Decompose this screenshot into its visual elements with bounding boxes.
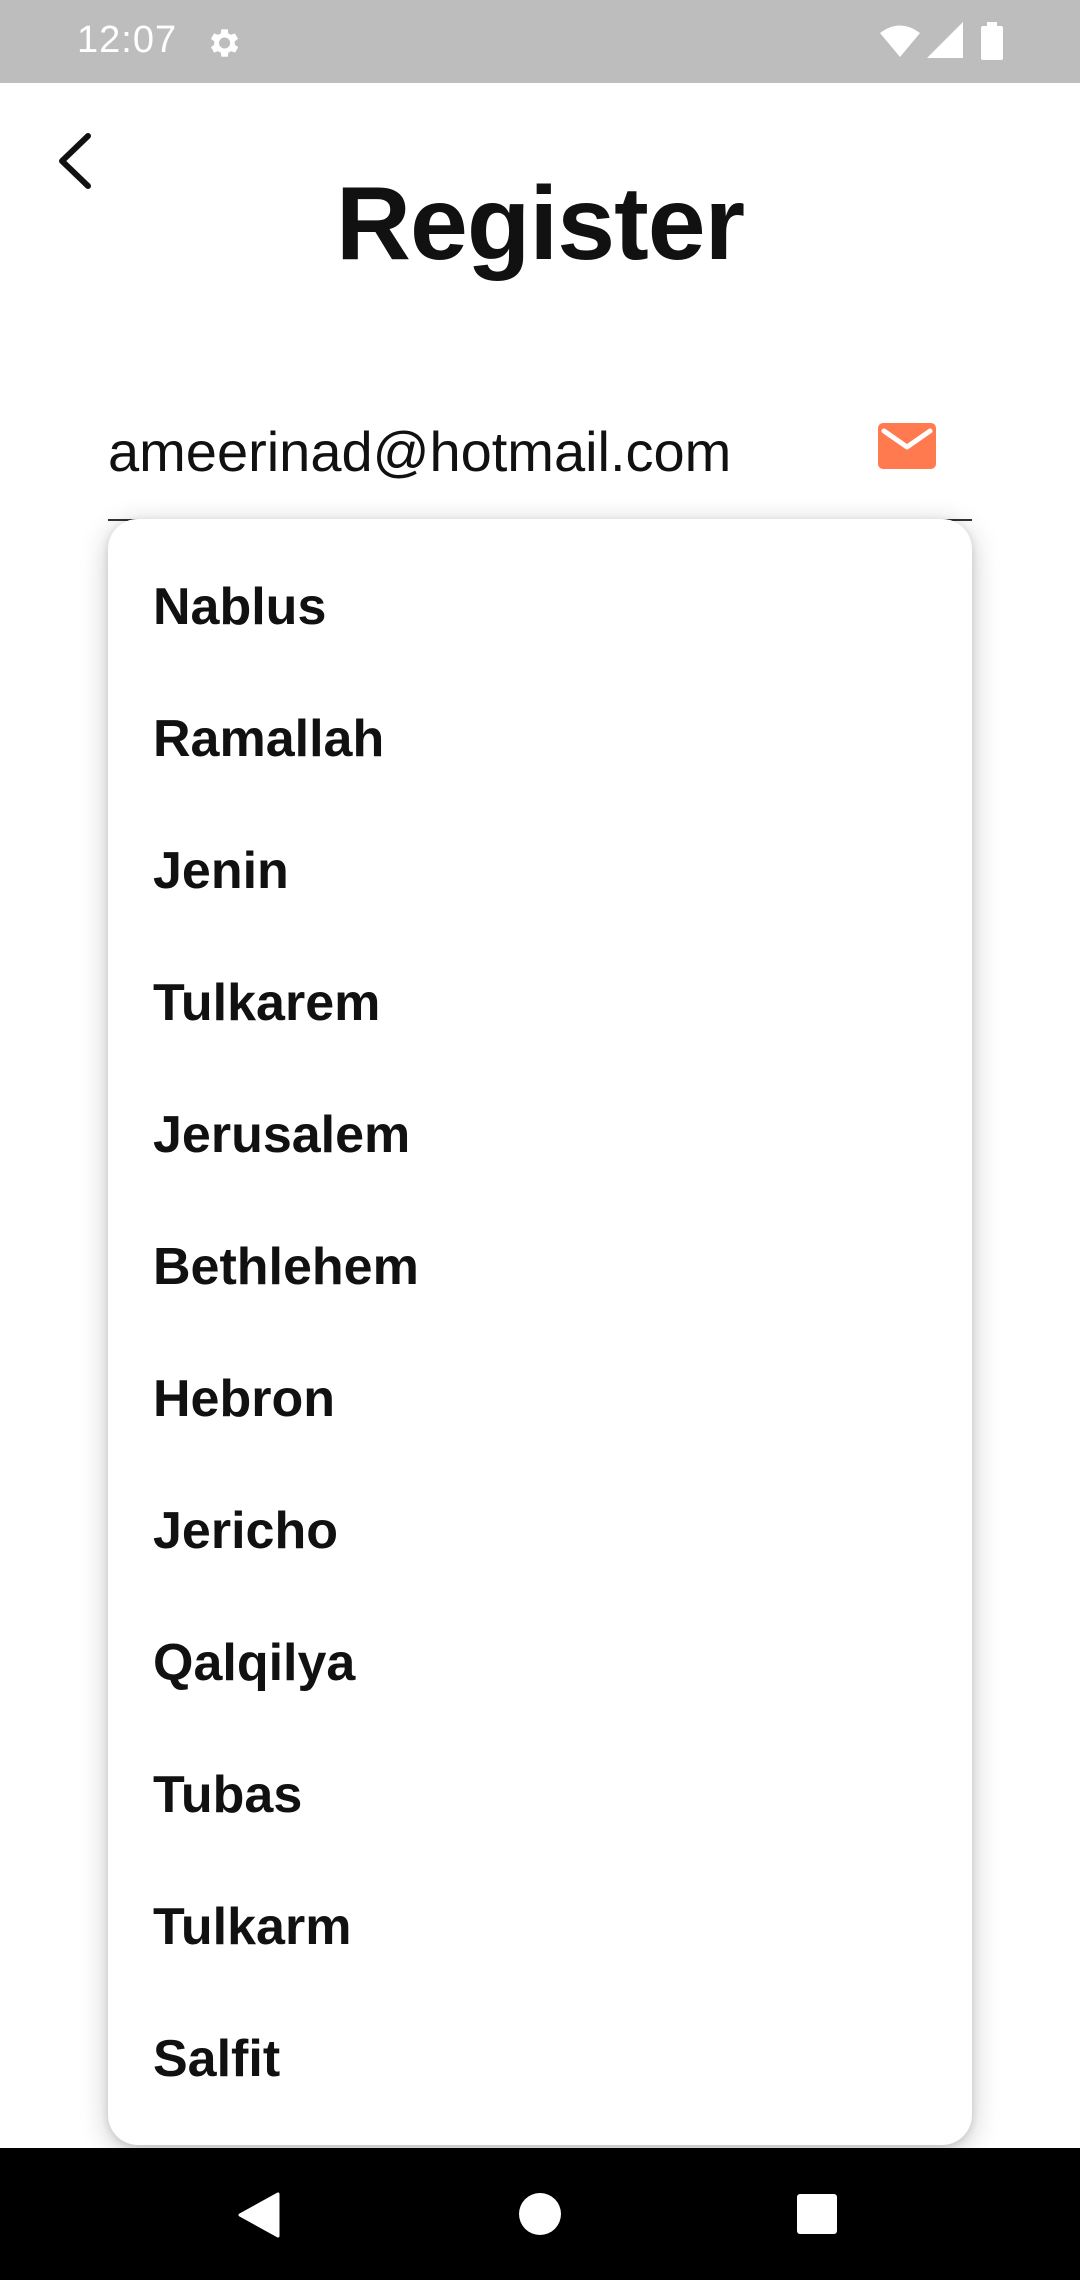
dropdown-item-tulkarem[interactable]: Tulkarem bbox=[108, 937, 972, 1069]
nav-home-icon[interactable] bbox=[519, 2193, 561, 2235]
dropdown-item-nablus[interactable]: Nablus bbox=[108, 541, 972, 673]
nav-recents-icon[interactable] bbox=[797, 2194, 837, 2234]
dropdown-item-tulkarm[interactable]: Tulkarm bbox=[108, 1861, 972, 1993]
signal-icon bbox=[927, 22, 963, 58]
page-title: Register bbox=[335, 166, 745, 282]
email-field[interactable]: ameerinad@hotmail.com bbox=[108, 405, 972, 521]
dropdown-item-jerusalem[interactable]: Jerusalem bbox=[108, 1069, 972, 1201]
dropdown-item-jericho[interactable]: Jericho bbox=[108, 1465, 972, 1597]
battery-icon bbox=[981, 22, 1003, 60]
dropdown-item-qalqilya[interactable]: Qalqilya bbox=[108, 1597, 972, 1729]
mail-icon bbox=[878, 423, 936, 469]
dropdown-item-salfit[interactable]: Salfit bbox=[108, 1993, 972, 2125]
dropdown-item-hebron[interactable]: Hebron bbox=[108, 1333, 972, 1465]
dropdown-item-tubas[interactable]: Tubas bbox=[108, 1729, 972, 1861]
email-value[interactable]: ameerinad@hotmail.com bbox=[108, 419, 731, 484]
nav-back-icon[interactable] bbox=[238, 2192, 280, 2238]
status-bar: 12:07 bbox=[0, 0, 1080, 83]
navigation-bar bbox=[0, 2148, 1080, 2280]
dropdown-item-ramallah[interactable]: Ramallah bbox=[108, 673, 972, 805]
wifi-icon bbox=[880, 25, 920, 57]
status-time: 12:07 bbox=[77, 19, 178, 61]
dropdown-item-jenin[interactable]: Jenin bbox=[108, 805, 972, 937]
city-dropdown-menu: Nablus Ramallah Jenin Tulkarem Jerusalem… bbox=[108, 519, 972, 2145]
gear-icon bbox=[210, 29, 239, 57]
dropdown-item-bethlehem[interactable]: Bethlehem bbox=[108, 1201, 972, 1333]
